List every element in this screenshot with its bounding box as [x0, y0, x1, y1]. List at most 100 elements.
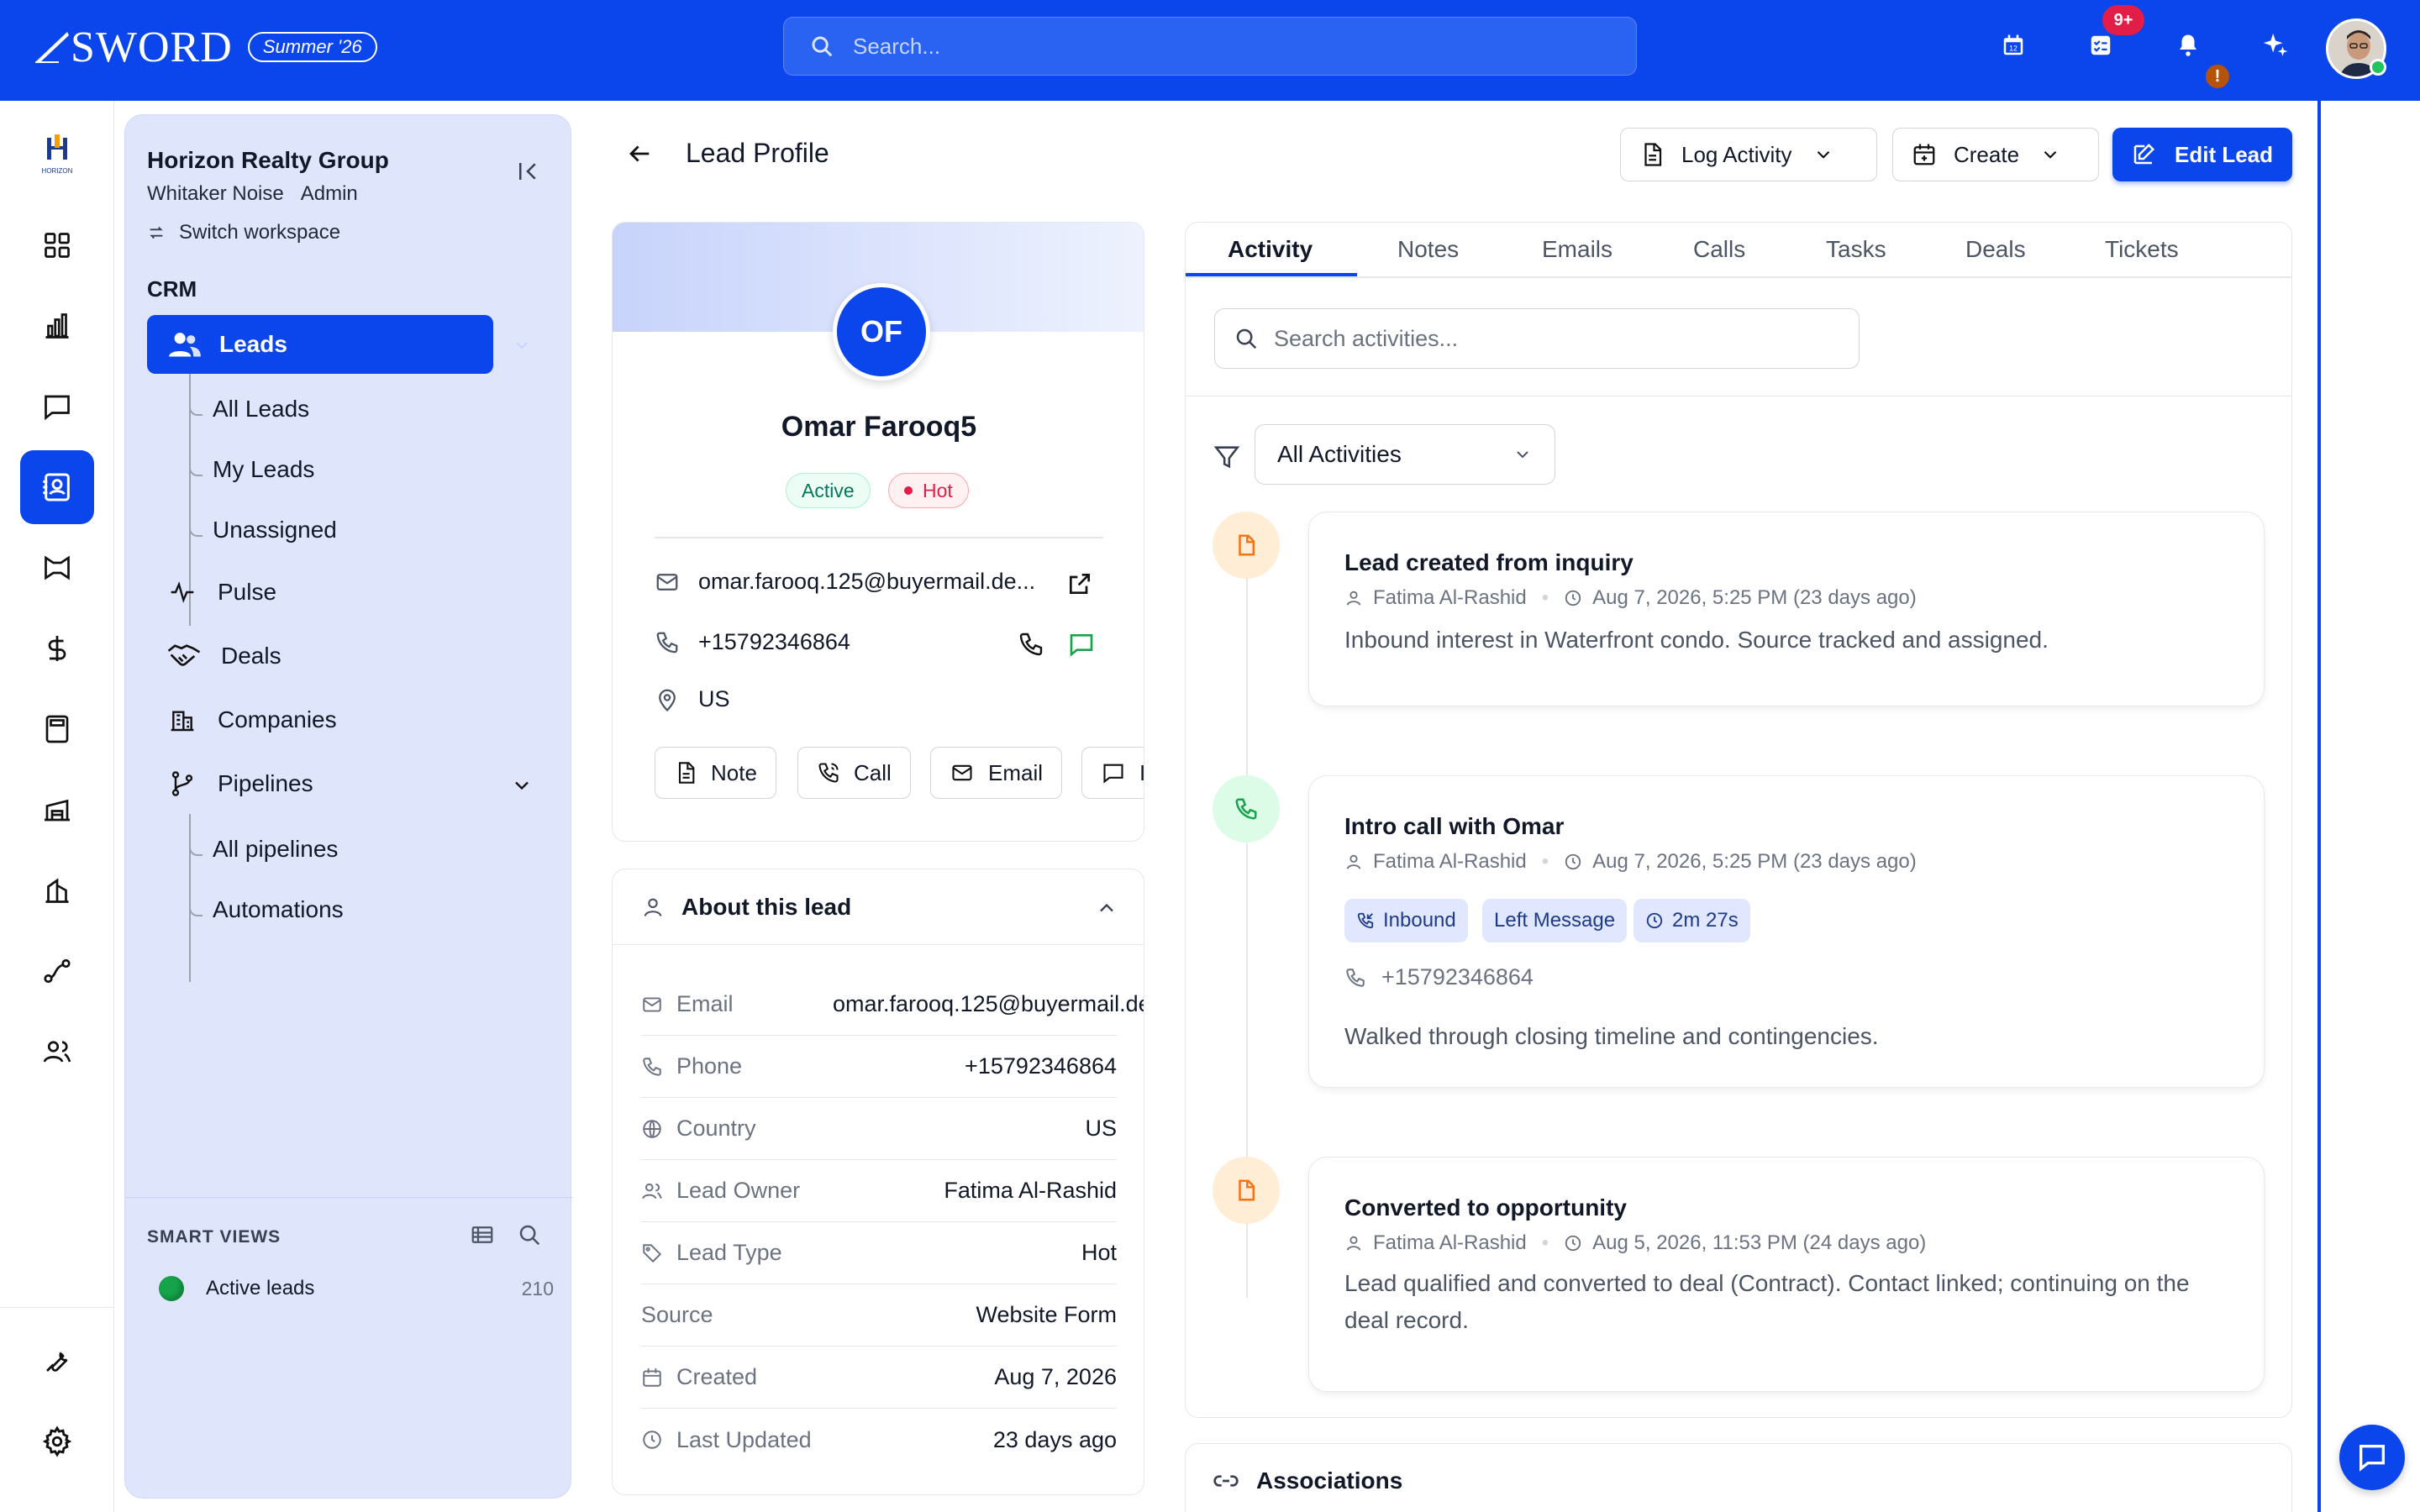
temperature-badge: Hot: [888, 473, 969, 508]
switch-workspace-link[interactable]: Switch workspace: [147, 221, 340, 244]
sidebar-item-leads[interactable]: Leads: [147, 315, 493, 374]
team-icon[interactable]: [37, 1032, 77, 1072]
field-row-created: Created Aug 7, 2026: [641, 1347, 1117, 1409]
dollar-icon[interactable]: [37, 628, 77, 669]
swap-icon: [150, 226, 163, 239]
tab-tasks[interactable]: Tasks: [1826, 236, 1886, 263]
brand-logo[interactable]: SWORD Summer '26: [34, 20, 377, 74]
temperature-label: Hot: [923, 479, 953, 501]
log-activity-button[interactable]: Log Activity: [1620, 128, 1877, 181]
create-label: Create: [1954, 141, 2020, 167]
clock-icon: [1565, 853, 1581, 870]
activity-card[interactable]: Converted to opportunity Fatima Al-Rashi…: [1308, 1157, 2265, 1392]
sidebar-item-pipelines[interactable]: Pipelines: [167, 770, 313, 797]
external-link-icon[interactable]: [1066, 570, 1093, 601]
activity-title: Lead created from inquiry: [1344, 549, 1634, 575]
workspace-logo[interactable]: HORIZON: [34, 131, 81, 181]
workflow-icon[interactable]: [37, 951, 77, 991]
back-arrow-icon[interactable]: [625, 139, 654, 172]
bell-icon[interactable]: [2171, 29, 2205, 62]
phone-icon: [656, 632, 678, 653]
sidebar-item-pulse[interactable]: Pulse: [167, 579, 276, 606]
sidebar-item-automations[interactable]: Automations: [213, 896, 344, 923]
field-label: Source: [641, 1302, 713, 1327]
message-button[interactable]: I: [1081, 747, 1144, 799]
activity-user: Fatima Al-Rashid: [1373, 850, 1527, 873]
field-row-source: Source Website Form: [641, 1284, 1117, 1347]
activity-card[interactable]: Intro call with Omar Fatima Al-Rashid • …: [1308, 775, 2265, 1088]
sidebar-item-my-leads[interactable]: My Leads: [213, 456, 314, 483]
calendar-icon[interactable]: 12: [1996, 29, 2030, 62]
sidebar-item-pipelines-label: Pipelines: [218, 770, 313, 796]
online-status-dot: [2370, 59, 2386, 76]
crm-section-title: CRM: [147, 276, 197, 302]
contacts-icon[interactable]: [20, 450, 94, 524]
global-search[interactable]: Search...: [783, 17, 1637, 76]
field-label: Lead Type: [676, 1240, 782, 1265]
call-phone-icon[interactable]: [1018, 631, 1044, 662]
activity-body: Lead qualified and converted to deal (Co…: [1344, 1270, 2190, 1333]
activity-card[interactable]: Lead created from inquiry Fatima Al-Rash…: [1308, 512, 2265, 706]
git-branch-icon: [171, 771, 193, 796]
table-view-icon[interactable]: [470, 1222, 495, 1252]
dashboard-icon[interactable]: [37, 225, 77, 265]
activity-search-input[interactable]: Search activities...: [1214, 308, 1860, 369]
wrench-icon[interactable]: [37, 1341, 77, 1381]
search-icon: [1236, 328, 1257, 349]
email-button[interactable]: Email: [930, 747, 1063, 799]
smart-views-search-icon[interactable]: [517, 1222, 542, 1252]
contact-location-row: US: [655, 686, 730, 712]
mail-icon: [952, 764, 972, 781]
create-button[interactable]: Create: [1892, 128, 2099, 181]
field-row-country: Country US: [641, 1098, 1117, 1160]
messages-icon[interactable]: [37, 386, 77, 427]
activity-filter-select[interactable]: All Activities: [1255, 424, 1555, 485]
contact-email[interactable]: omar.farooq.125@buyermail.de...: [698, 569, 1035, 595]
analytics-icon[interactable]: [37, 306, 77, 346]
sidebar-item-deals[interactable]: Deals: [167, 643, 281, 669]
sms-icon[interactable]: [1068, 631, 1095, 662]
field-label: Country: [676, 1116, 756, 1141]
search-icon: [812, 36, 833, 57]
warehouse-icon[interactable]: [37, 790, 77, 830]
tab-tickets[interactable]: Tickets: [2105, 236, 2179, 263]
associations-card: Associations: [1185, 1443, 2292, 1512]
field-value[interactable]: omar.farooq.125@buyermail.dem: [833, 991, 1144, 1017]
contact-phone-row: +15792346864: [655, 629, 850, 655]
sparkle-ai-icon[interactable]: [2259, 29, 2292, 62]
filter-icon[interactable]: [1213, 443, 1241, 475]
smart-view-count: 210: [521, 1277, 554, 1299]
leads-chevron-icon[interactable]: [512, 335, 532, 360]
sidebar-item-companies[interactable]: Companies: [167, 706, 337, 733]
campaigns-icon[interactable]: [37, 548, 77, 588]
smart-view-item[interactable]: Active leads 210: [159, 1276, 554, 1301]
tab-activity[interactable]: Activity: [1228, 236, 1313, 263]
collapse-sidebar-icon[interactable]: [515, 159, 540, 188]
chevron-up-icon[interactable]: [1095, 896, 1118, 924]
status-badge: Active: [786, 473, 871, 508]
workspace-user: Whitaker Noise Admin: [147, 182, 358, 206]
pipelines-chevron-icon[interactable]: [510, 774, 534, 801]
note-button[interactable]: Note: [655, 747, 776, 799]
edit-lead-button[interactable]: Edit Lead: [2112, 128, 2292, 181]
sidebar-item-all-pipelines[interactable]: All pipelines: [213, 836, 338, 863]
settings-gear-icon[interactable]: [37, 1421, 77, 1462]
activity-phone: +15792346864: [1344, 964, 1534, 990]
call-button[interactable]: Call: [797, 747, 911, 799]
tab-deals[interactable]: Deals: [1965, 236, 2026, 263]
contact-phone[interactable]: +15792346864: [698, 629, 850, 655]
building-icon[interactable]: [37, 870, 77, 911]
associations-header[interactable]: Associations: [1213, 1467, 1402, 1494]
horizon-logo-icon: HORIZON: [42, 134, 73, 175]
about-lead-header[interactable]: About this lead: [613, 869, 1144, 945]
chat-support-button[interactable]: [2339, 1425, 2405, 1490]
message-icon: [1103, 764, 1123, 784]
calculator-icon[interactable]: [37, 709, 77, 749]
icon-rail: HORIZON: [0, 101, 114, 1512]
sidebar-item-all-leads[interactable]: All Leads: [213, 396, 309, 423]
sword-logo-icon: [35, 32, 69, 63]
tab-notes[interactable]: Notes: [1397, 236, 1459, 263]
tab-emails[interactable]: Emails: [1542, 236, 1612, 263]
sidebar-item-unassigned[interactable]: Unassigned: [213, 517, 337, 543]
tab-calls[interactable]: Calls: [1693, 236, 1745, 263]
